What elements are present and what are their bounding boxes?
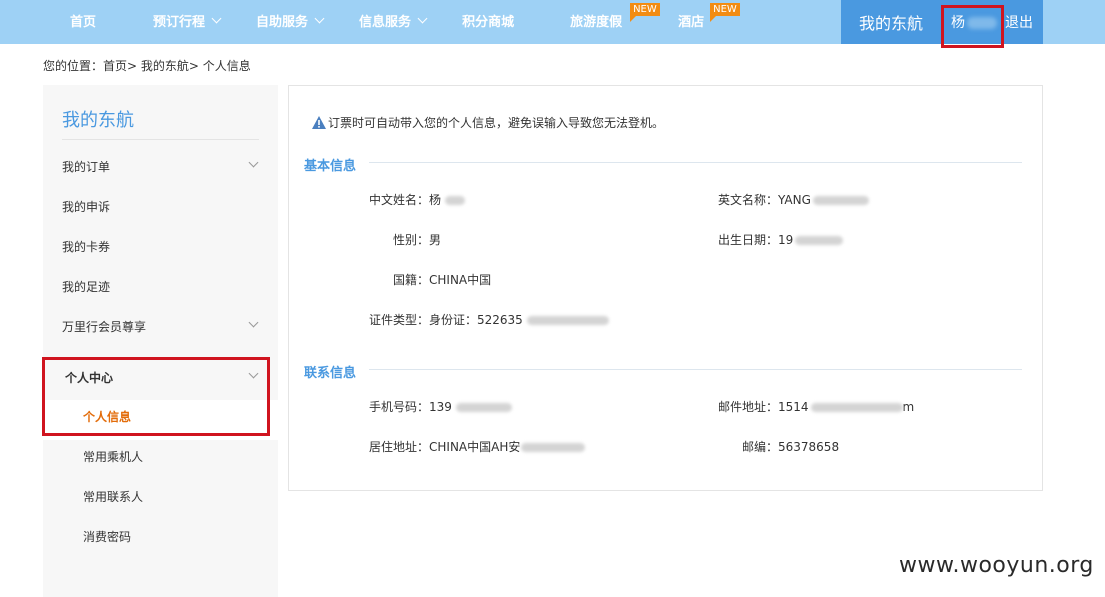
nav-points-mall-label: 积分商城: [462, 15, 515, 30]
email-value: 邮件地址：1514: [718, 400, 809, 414]
nationality-field: 国籍：CHINA中国: [393, 273, 492, 287]
personal-info-panel: 订票时可自动带入您的个人信息，避免误输入导致您无法登机。 基本信息 中文姓名：杨…: [288, 85, 1043, 491]
birthday-value: 出生日期：19: [718, 233, 794, 247]
section-divider: [369, 162, 1022, 163]
section-divider: [369, 369, 1022, 370]
nav-booking[interactable]: 预订行程: [153, 0, 222, 44]
sidebar-subitem-contacts[interactable]: 常用联系人: [83, 488, 143, 505]
email-suffix: m: [902, 400, 915, 414]
sidebar-item-label: 我的申诉: [62, 200, 111, 214]
nav-points-mall[interactable]: 积分商城: [462, 0, 514, 44]
contact-info-title: 联系信息: [304, 366, 357, 381]
top-nav-bar: 首页 预订行程 自助服务 信息服务 积分商城 旅游度假 NEW 酒店 NEW 我的东…: [0, 0, 1105, 44]
nav-self-service-label: 自助服务: [256, 15, 309, 30]
basic-info-title: 基本信息: [304, 159, 357, 174]
nav-vacation-label: 旅游度假: [570, 15, 623, 30]
chevron-down-icon: [211, 13, 222, 24]
nav-my-account[interactable]: 我的东航: [841, 0, 941, 44]
chevron-down-icon: [248, 157, 259, 168]
nav-info-service-label: 信息服务: [359, 15, 412, 30]
redacted-value: [455, 403, 512, 412]
zipcode-field: 邮编：56378658: [742, 440, 840, 454]
sidebar: 我的东航 我的订单 我的申诉 我的卡券 我的足迹 万里行会员尊享 个人中心 个人…: [43, 85, 278, 597]
nav-hotel[interactable]: 酒店 NEW: [678, 0, 740, 44]
chevron-down-icon: [248, 317, 259, 328]
id-type-field: 证件类型：身份证：522635: [369, 311, 609, 328]
email-field: 邮件地址：1514 m: [718, 398, 914, 415]
sidebar-item-label: 我的订单: [62, 160, 111, 174]
sidebar-subitem-passengers[interactable]: 常用乘机人: [83, 448, 143, 465]
highlight-box-personal-center: [42, 357, 270, 436]
sidebar-title[interactable]: 我的东航: [62, 106, 134, 132]
sidebar-item-member-privileges[interactable]: 万里行会员尊享: [62, 317, 259, 335]
redacted-value: [795, 236, 844, 245]
sidebar-divider: [62, 139, 259, 140]
address-value: 居住地址：CHINA中国AH安: [369, 440, 521, 454]
notice: 订票时可自动带入您的个人信息，避免误输入导致您无法登机。: [312, 114, 664, 131]
redacted-value: [810, 403, 903, 412]
sidebar-item-appeals[interactable]: 我的申诉: [62, 198, 259, 215]
redacted-value: [445, 196, 466, 205]
nav-home-label: 首页: [70, 15, 97, 30]
nav-self-service[interactable]: 自助服务: [256, 0, 325, 44]
notice-text: 订票时可自动带入您的个人信息，避免误输入导致您无法登机。: [328, 116, 665, 130]
english-name-field: 英文名称：YANG: [718, 191, 869, 208]
phone-value: 手机号码：139: [369, 400, 452, 414]
main-nav: 首页 预订行程 自助服务 信息服务 积分商城 旅游度假 NEW 酒店 NEW: [44, 0, 740, 44]
warning-icon: [312, 116, 326, 129]
chinese-name-value: 中文姓名：杨: [369, 193, 442, 207]
address-field: 居住地址：CHINA中国AH安: [369, 438, 586, 455]
nav-info-service[interactable]: 信息服务: [359, 0, 428, 44]
nav-vacation[interactable]: 旅游度假 NEW: [570, 0, 660, 44]
chevron-down-icon: [417, 13, 428, 24]
phone-field: 手机号码：139: [369, 398, 512, 415]
sidebar-item-label: 万里行会员尊享: [62, 320, 147, 334]
sidebar-item-footprints[interactable]: 我的足迹: [62, 278, 259, 295]
sidebar-item-coupons[interactable]: 我的卡券: [62, 238, 259, 255]
new-badge: NEW: [710, 3, 740, 22]
sidebar-subitem-payment-password[interactable]: 消费密码: [83, 528, 131, 545]
new-badge: NEW: [630, 3, 660, 22]
id-number-value: 证件类型：身份证：522635: [369, 313, 523, 327]
chevron-down-icon: [314, 13, 325, 24]
redacted-value: [521, 443, 586, 452]
gender-field: 性别：男: [393, 233, 442, 247]
nav-hotel-label: 酒店: [678, 15, 705, 30]
nav-booking-label: 预订行程: [153, 15, 206, 30]
nav-home[interactable]: 首页: [70, 0, 96, 44]
redacted-value: [526, 316, 609, 325]
breadcrumb: 您的位置：首页> 我的东航> 个人信息: [43, 59, 251, 73]
birthday-field: 出生日期：19: [718, 231, 844, 248]
sidebar-item-label: 我的足迹: [62, 280, 111, 294]
logout-link[interactable]: 退出: [1005, 0, 1033, 47]
sidebar-item-orders[interactable]: 我的订单: [62, 157, 259, 175]
redacted-value: [812, 196, 869, 205]
sidebar-item-label: 我的卡券: [62, 240, 111, 254]
english-name-value: 英文名称：YANG: [718, 193, 811, 207]
watermark: www.wooyun.org: [899, 553, 1094, 578]
chinese-name-field: 中文姓名：杨: [369, 191, 466, 208]
highlight-box-username: [941, 5, 1004, 48]
